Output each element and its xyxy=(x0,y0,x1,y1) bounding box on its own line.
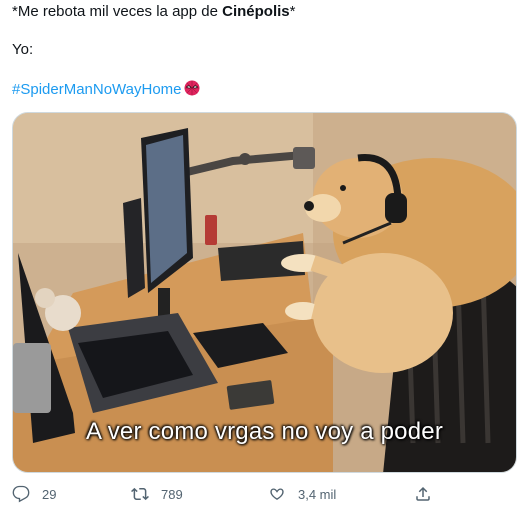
tweet-line-1-suffix: * xyxy=(289,3,296,20)
spider-man-emoji-icon xyxy=(184,80,200,96)
tweet-line-1-bold: Cinépolis xyxy=(222,3,290,20)
hashtag-text[interactable]: #SpiderManNoWayHome xyxy=(12,81,182,98)
like-button[interactable]: 3,4 mil xyxy=(268,482,336,506)
retweet-count: 789 xyxy=(161,486,183,502)
like-count: 3,4 mil xyxy=(298,486,337,502)
reply-icon xyxy=(12,485,30,503)
hashtag-link[interactable]: #SpiderManNoWayHome xyxy=(12,80,200,100)
tweet-line-1: *Me rebota mil veces la app de Cinépolis… xyxy=(12,2,295,22)
share-icon xyxy=(416,486,430,501)
retweet-button[interactable]: 789 xyxy=(131,482,183,506)
share-button[interactable] xyxy=(414,482,444,506)
tweet-media-image[interactable]: A ver como vrgas no voy a poder xyxy=(12,112,517,473)
tweet-actions: 29 789 3,4 mil xyxy=(0,482,528,506)
tweet-line-2: Yo: xyxy=(12,41,34,58)
meme-caption: A ver como vrgas no voy a poder xyxy=(85,418,444,445)
tweet-line-1-text: *Me rebota mil veces la app de xyxy=(12,3,223,20)
retweet-icon xyxy=(131,487,149,501)
reply-button[interactable]: 29 xyxy=(12,482,56,506)
reply-count: 29 xyxy=(42,486,57,502)
heart-icon xyxy=(270,488,284,500)
